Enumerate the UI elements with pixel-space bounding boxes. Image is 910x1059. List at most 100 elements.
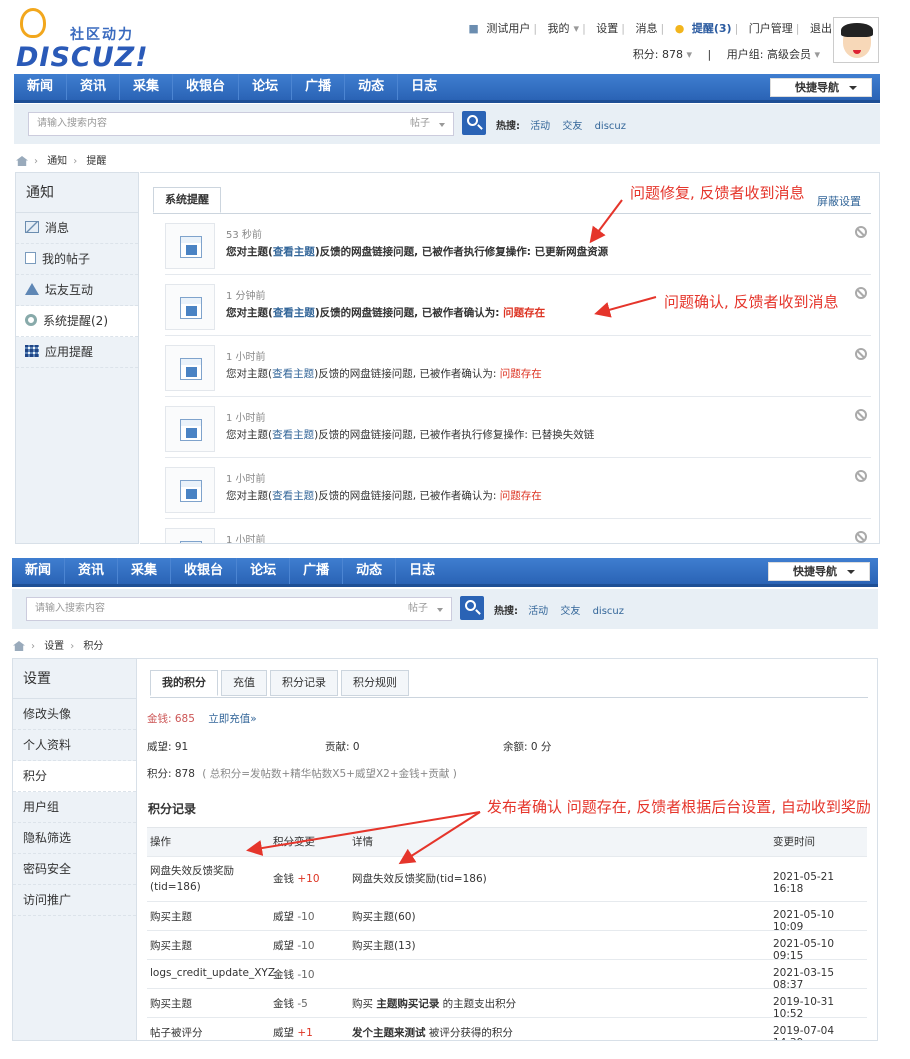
quick-nav-label: 快捷导航 [793,565,837,578]
search-type-select[interactable]: 帖子 [402,112,454,136]
portal-admin-link[interactable]: 门户管理 [749,22,793,35]
breadcrumb-item[interactable]: 提醒 [86,156,106,167]
settings-link[interactable]: 设置 [596,22,618,35]
nav-item[interactable]: 论坛 [239,74,293,100]
topic-link[interactable]: 发个主题来测试 [352,1027,426,1039]
filter-settings-link[interactable]: 屏蔽设置 [817,193,861,209]
chevron-down-icon [439,123,445,127]
record-detail: 购买主题(60) [352,911,416,923]
search-input[interactable]: 请输入搜索内容 [26,597,414,621]
breadcrumb-item[interactable]: 通知 [47,156,67,167]
nav-item[interactable]: 广播 [292,74,346,100]
sidebar-item-messages[interactable]: 消息 [16,213,138,244]
hot-search-item[interactable]: 活动 [528,606,548,617]
hot-search-item[interactable]: discuz [595,121,626,132]
sidebar-item-promotion[interactable]: 访问推广 [13,885,136,916]
nav-item[interactable]: 资讯 [67,74,121,100]
nav-item[interactable]: 资讯 [65,558,119,584]
quick-nav-button[interactable]: 快捷导航 [768,562,870,581]
sidebar-item-system-remind[interactable]: 系统提醒(2) [16,306,138,337]
topic-link[interactable]: 主题购买记录 [376,998,439,1010]
breadcrumb-item[interactable]: 积分 [83,641,103,652]
usergroup-menu[interactable]: 用户组: 高级会员 [727,48,811,61]
search-type-select[interactable]: 帖子 [400,597,452,621]
nav-item[interactable]: 论坛 [237,558,291,584]
search-button[interactable] [462,111,486,135]
nav-item[interactable]: 日志 [396,558,448,584]
sidebar-item-my-posts[interactable]: 我的帖子 [16,244,138,275]
quick-nav-button[interactable]: 快捷导航 [770,78,872,97]
nav-item[interactable]: 收银台 [173,74,240,100]
sidebar-item-label: 坛友互动 [45,283,94,297]
nav-item[interactable]: 动态 [345,74,399,100]
hot-search: 热搜: 活动 交友 discuz [496,117,632,132]
nav-item[interactable]: 新闻 [14,74,68,100]
sidebar-item-app-remind[interactable]: 应用提醒 [16,337,138,368]
notice-sidebar: 通知 消息 我的帖子 坛友互动 系统提醒(2) 应用提醒 [15,172,139,544]
tab-credit-log[interactable]: 积分记录 [270,670,338,696]
hot-search-item[interactable]: 交友 [562,121,582,132]
hot-search-item[interactable]: 交友 [560,606,580,617]
nav-item[interactable]: 收银台 [171,558,238,584]
delete-icon[interactable] [855,226,867,238]
table-row: 购买主题 威望 -10 购买主题(13) 2021-05-10 09:15 [147,930,867,962]
view-topic-link[interactable]: 查看主题 [273,307,315,319]
sidebar-item-profile[interactable]: 个人资料 [13,730,136,761]
notice-time: 53 秒前 [226,230,262,241]
credits-panel: 我的积分 充值 积分记录 积分规则 金钱: 685 立即充值» 威望: 91 贡… [137,658,878,1041]
table-row: 购买主题 威望 -10 购买主题(60) 2021-05-10 10:09 [147,901,867,933]
credit-records-table: 操作 积分变更 详情 变更时间 网盘失效反馈奖励 (tid=186) 金钱 +1… [147,827,867,1040]
hot-search: 热搜: 活动 交友 discuz [494,602,630,617]
chevron-down-icon [847,570,855,574]
breadcrumb-item[interactable]: 设置 [44,641,64,652]
sidebar-title: 设置 [13,659,136,699]
site-logo[interactable]: 社区动力 DISCUZ! [14,8,148,73]
username-link[interactable]: 测试用户 [486,22,530,35]
sidebar-item-interaction[interactable]: 坛友互动 [16,275,138,306]
nav-item[interactable]: 采集 [118,558,172,584]
search-icon [467,115,478,126]
home-icon[interactable] [16,156,28,166]
tab-system-remind[interactable]: 系统提醒 [153,187,221,213]
tab-recharge[interactable]: 充值 [221,670,267,696]
notice-time: 1 小时前 [226,352,266,363]
record-change: 威望 -10 [273,940,315,952]
balance-unit: 分 [537,741,552,753]
delete-icon[interactable] [855,470,867,482]
hot-search-item[interactable]: 活动 [530,121,550,132]
hot-search-item[interactable]: discuz [593,606,624,617]
delete-icon[interactable] [855,409,867,421]
tab-credit-rules[interactable]: 积分规则 [341,670,409,696]
delete-icon[interactable] [855,531,867,543]
view-topic-link[interactable]: 查看主题 [272,429,314,441]
nav-item[interactable]: 动态 [343,558,397,584]
messages-link[interactable]: 消息 [636,22,658,35]
sidebar-item-password[interactable]: 密码安全 [13,854,136,885]
home-icon[interactable] [13,641,25,651]
delete-icon[interactable] [855,348,867,360]
view-topic-link[interactable]: 查看主题 [272,368,314,380]
search-button[interactable] [460,596,484,620]
sidebar-item-avatar[interactable]: 修改头像 [13,699,136,730]
nav-item[interactable]: 广播 [290,558,344,584]
search-input[interactable]: 请输入搜索内容 [28,112,416,136]
my-menu[interactable]: 我的 [548,22,570,35]
document-icon [25,252,36,264]
sidebar-item-privacy[interactable]: 隐私筛选 [13,823,136,854]
nav-item[interactable]: 采集 [120,74,174,100]
site-header: 社区动力 DISCUZ! ■ 测试用户 | 我的 ▾ | 设置 | 消息 | ● 提醒(3… [0,0,910,74]
logout-link[interactable]: 退出 [810,22,832,35]
avatar[interactable] [833,17,879,63]
remind-link[interactable]: 提醒(3) [692,22,732,35]
recharge-link[interactable]: 立即充值» [208,713,256,725]
credits-menu[interactable]: 积分: 878 [633,48,683,61]
view-topic-link[interactable]: 查看主题 [273,246,315,258]
delete-icon[interactable] [855,287,867,299]
sidebar-item-usergroup[interactable]: 用户组 [13,792,136,823]
nav-item[interactable]: 新闻 [12,558,66,584]
tab-my-credits[interactable]: 我的积分 [150,670,218,696]
nav-item[interactable]: 日志 [398,74,450,100]
annotation-fix: 问题修复, 反馈者收到消息 [630,184,805,202]
view-topic-link[interactable]: 查看主题 [272,490,314,502]
sidebar-item-credits[interactable]: 积分 [13,761,136,792]
